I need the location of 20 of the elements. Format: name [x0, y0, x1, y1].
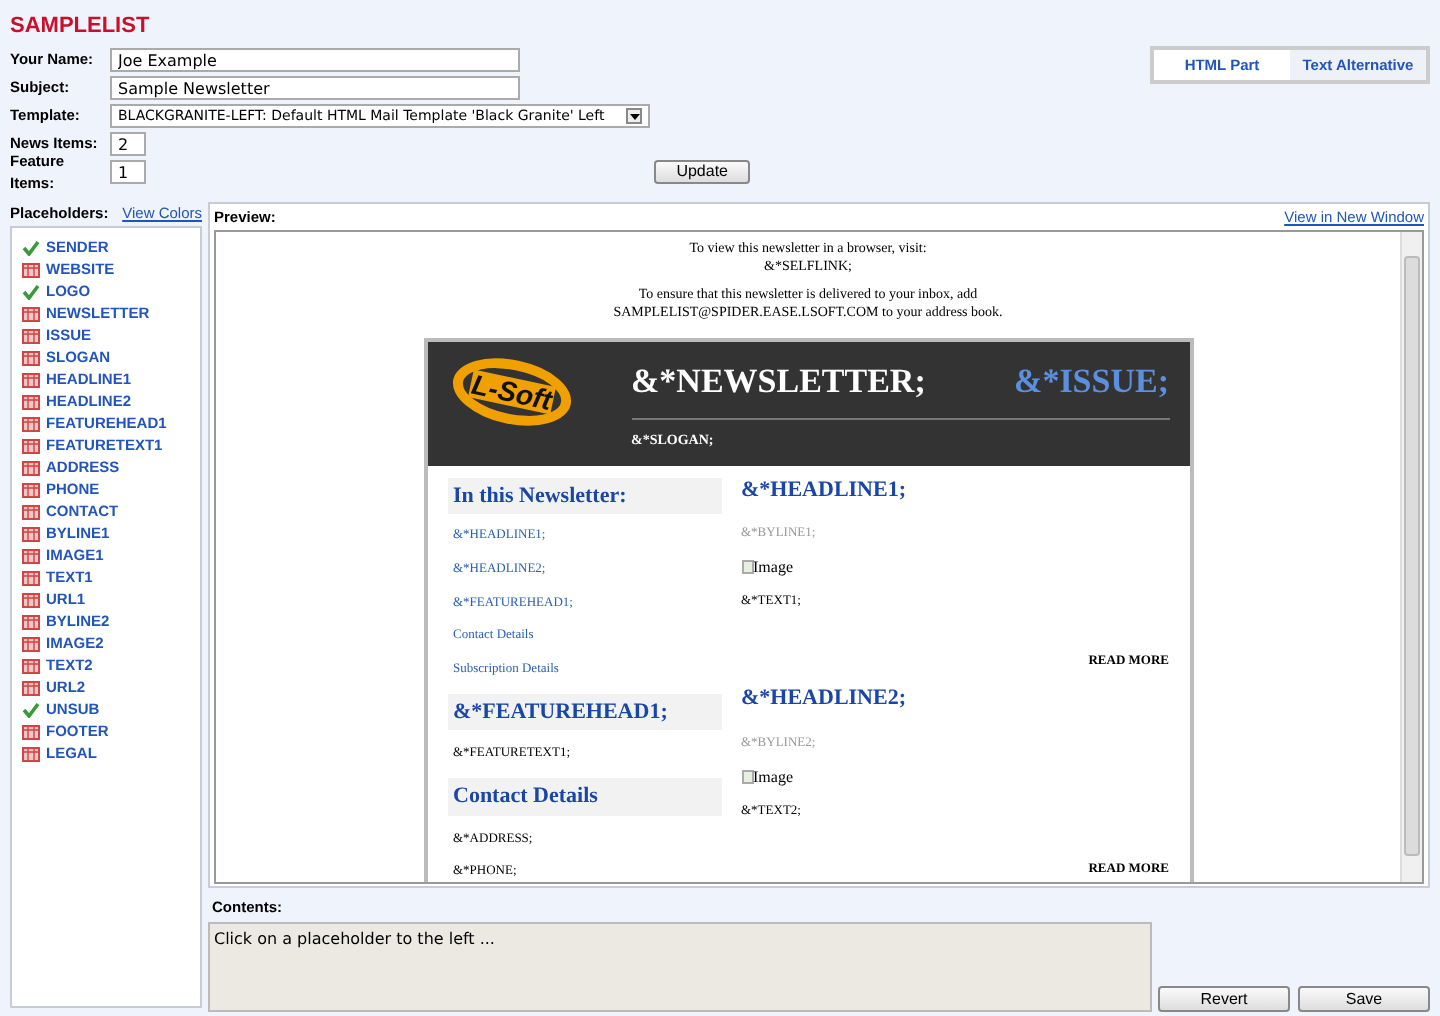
text-field[interactable]: 1 — [110, 160, 146, 184]
action-button[interactable]: Revert — [1158, 986, 1290, 1013]
article-headline: &*HEADLINE1; — [741, 475, 909, 506]
image-alt-text: Image — [753, 765, 793, 790]
action-button[interactable]: Save — [1298, 986, 1430, 1013]
broken-image-icon — [741, 560, 753, 575]
text-field[interactable]: 2 — [110, 132, 146, 156]
dropdown-arrow-icon — [626, 108, 642, 124]
section-heading: In this Newsletter: — [447, 477, 721, 515]
section-heading: Contact Details — [447, 778, 721, 816]
logo-text: L-Soft — [466, 368, 556, 414]
newsletter-title: &*NEWSLETTER; — [631, 359, 926, 404]
app-title: SAMPLELIST — [10, 12, 152, 38]
update-button[interactable]: Update — [654, 160, 750, 184]
text-field[interactable]: Sample Newsletter — [110, 76, 520, 100]
issue-title: &*ISSUE; — [1014, 359, 1169, 404]
broken-image-icon — [741, 770, 753, 785]
section-heading: &*FEATUREHEAD1; — [447, 693, 721, 731]
article-headline: &*HEADLINE2; — [741, 684, 909, 715]
image-alt-text: Image — [753, 555, 793, 580]
